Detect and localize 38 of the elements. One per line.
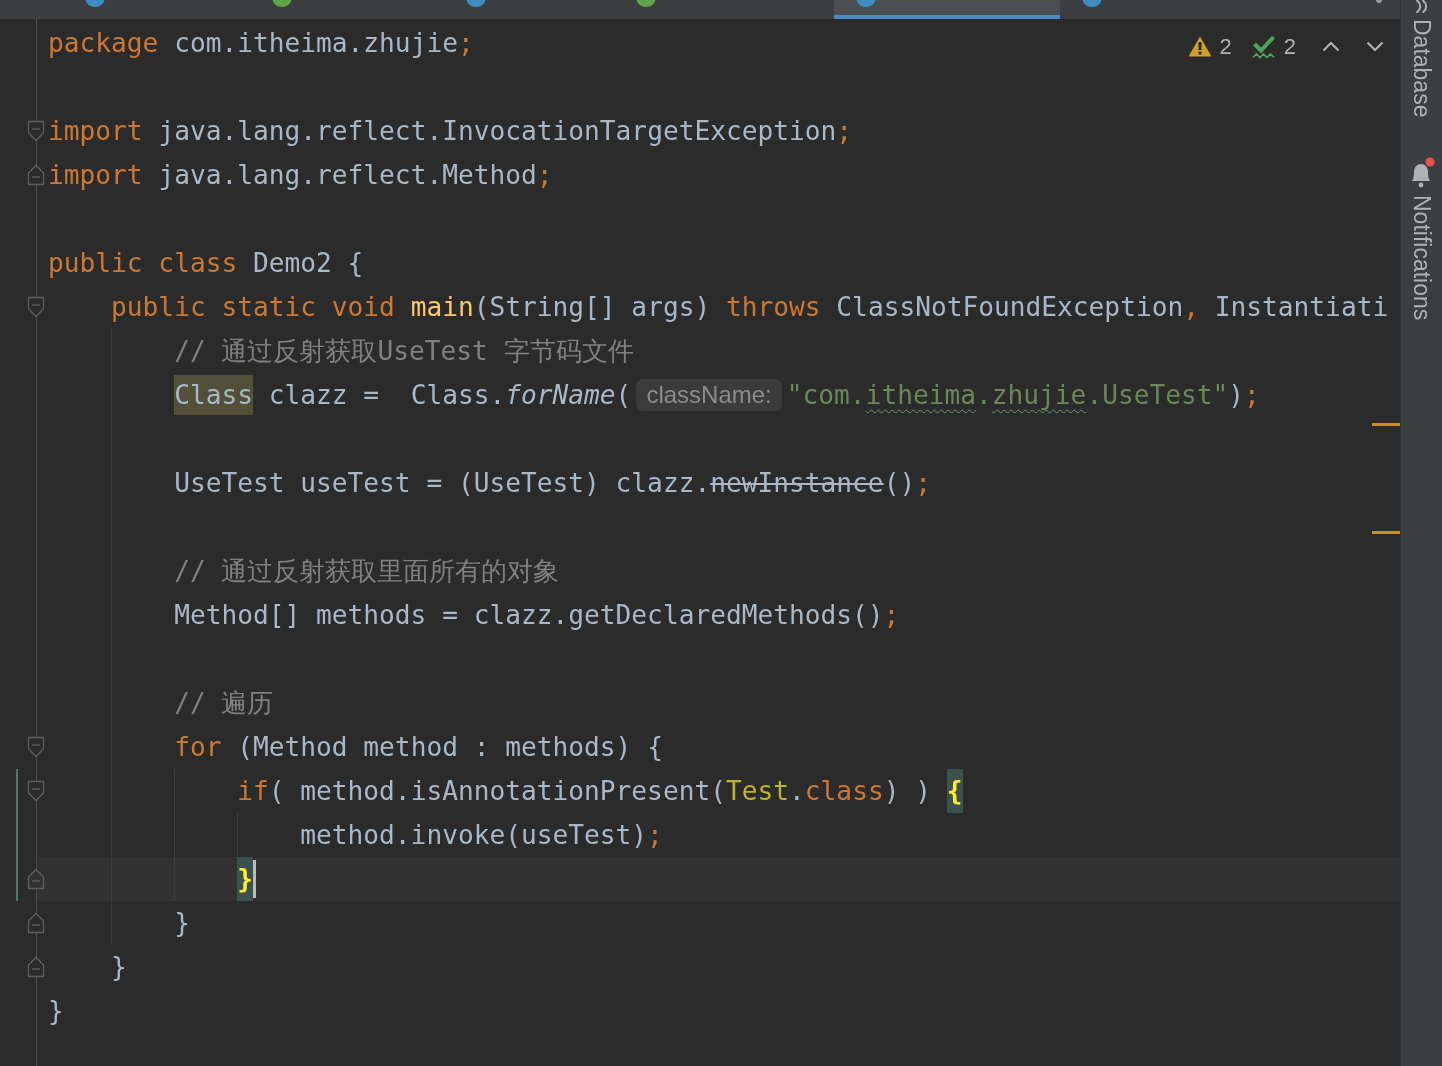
code-text: } xyxy=(174,907,190,940)
notifications-tool-button[interactable]: Notifications xyxy=(1408,157,1435,321)
code-text: for (Method method : methods) { xyxy=(174,731,663,764)
code-text: "com.itheima.zhujie.UseTest"); xyxy=(786,379,1260,412)
code-text: import java.lang.reflect.InvocationTargetException; xyxy=(48,115,853,148)
chevron-down-icon[interactable] xyxy=(1366,41,1384,52)
code-text: Method[] methods = clazz.getDeclaredMethods(); xyxy=(174,599,900,632)
code-text: // 遍历 xyxy=(174,687,274,720)
parameter-hint: className: xyxy=(636,379,782,411)
code-text: } xyxy=(111,951,127,984)
fold-icon[interactable] xyxy=(27,120,45,142)
warning-icon xyxy=(1187,36,1212,57)
code-text: public class Demo2 { xyxy=(48,247,364,280)
warning-count-button[interactable]: 2 xyxy=(1187,33,1232,60)
database-tool-button[interactable]: Database xyxy=(1408,0,1435,118)
code-text: Class clazz = Class.forName( xyxy=(174,373,632,417)
code-text: } xyxy=(48,995,64,1028)
code-text: if( method.isAnnotationPresent(Test.class) ) { xyxy=(237,769,963,813)
code-text: UseTest useTest = (UseTest) clazz.newInstance(); xyxy=(174,467,931,500)
fold-icon[interactable] xyxy=(27,956,45,978)
code-text: public static void main(String[] args) throws ClassNotFoundException, Instantiati xyxy=(111,291,1389,324)
code-text: } xyxy=(237,857,253,901)
fold-icon[interactable] xyxy=(27,912,45,934)
fold-icon[interactable] xyxy=(27,868,45,890)
fold-icon[interactable] xyxy=(27,164,45,186)
fold-icon[interactable] xyxy=(27,780,45,802)
text-cursor xyxy=(252,860,256,898)
typo-count-button[interactable]: 2 xyxy=(1251,33,1296,60)
code-text: // 通过反射获取UseTest 字节码文件 xyxy=(174,335,634,368)
fold-icon[interactable] xyxy=(27,736,45,758)
chevron-up-icon[interactable] xyxy=(1322,41,1340,52)
code-text: import java.lang.reflect.Method; xyxy=(48,159,553,192)
code-text: // 通过反射获取里面所有的对象 xyxy=(174,555,560,588)
code-text: package com.itheima.zhujie; xyxy=(48,27,474,60)
code-text: method.invoke(useTest); xyxy=(300,819,663,852)
fold-icon[interactable] xyxy=(27,296,45,318)
editor-tab[interactable] xyxy=(834,0,1060,19)
check-icon xyxy=(1251,34,1276,59)
